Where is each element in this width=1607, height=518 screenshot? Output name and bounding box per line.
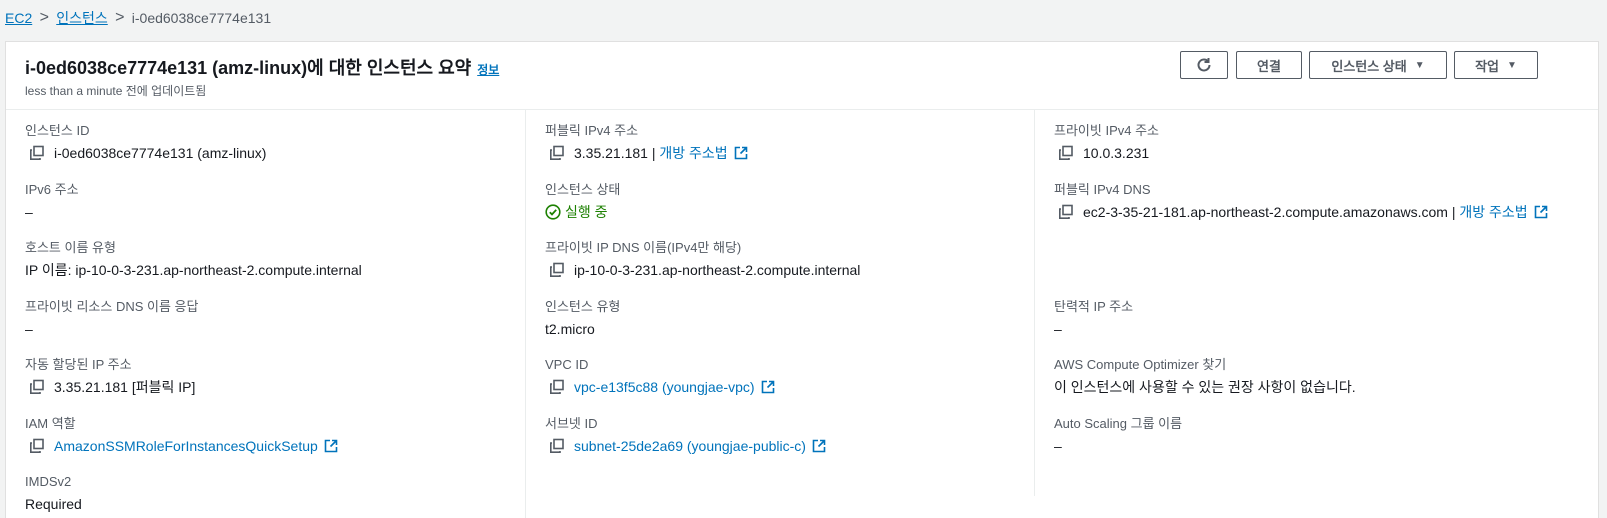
field-elastic-ip: 탄력적 IP 주소 – <box>1054 298 1594 339</box>
copy-icon[interactable] <box>29 145 45 161</box>
breadcrumb-separator: > <box>39 9 49 26</box>
field-instance-type: 인스턴스 유형 t2.micro <box>545 298 1031 339</box>
field-label: 프라이빗 리소스 DNS 이름 응답 <box>25 299 199 314</box>
private-ipv4-value: 10.0.3.231 <box>1083 145 1150 161</box>
copy-icon[interactable] <box>29 438 45 454</box>
asg-name-value: – <box>1054 438 1062 454</box>
refresh-button[interactable] <box>1180 51 1228 79</box>
panel-header: i-0ed6038ce7774e131 (amz-linux)에 대한 인스턴스… <box>6 42 1598 110</box>
page-title: i-0ed6038ce7774e131 (amz-linux)에 대한 인스턴스… <box>25 54 499 80</box>
copy-icon[interactable] <box>1058 204 1074 220</box>
hostname-type-value: IP 이름: ip-10-0-3-231.ap-northeast-2.comp… <box>25 262 362 278</box>
copy-icon[interactable] <box>549 145 565 161</box>
check-circle-icon <box>545 204 561 220</box>
field-label: 인스턴스 ID <box>25 123 90 138</box>
external-link-icon <box>812 439 826 453</box>
field-label: VPC ID <box>545 357 589 372</box>
field-hostname-type: 호스트 이름 유형 IP 이름: ip-10-0-3-231.ap-northe… <box>25 239 521 280</box>
breadcrumb-instances[interactable]: 인스턴스 <box>56 8 108 28</box>
iam-role-link[interactable]: AmazonSSMRoleForInstancesQuickSetup <box>54 436 318 456</box>
external-link-icon <box>324 439 338 453</box>
field-private-ip-dns: 프라이빗 IP DNS 이름(IPv4만 해당) ip-10-0-3-231.a… <box>545 239 1031 280</box>
field-private-resource-dns: 프라이빗 리소스 DNS 이름 응답 – <box>25 298 521 339</box>
field-instance-id: 인스턴스 ID i-0ed6038ce7774e131 (amz-linux) <box>25 122 521 163</box>
actions-dropdown[interactable]: 작업 ▼ <box>1454 51 1538 79</box>
field-instance-state: 인스턴스 상태 실행 중 <box>545 181 1031 222</box>
field-label: 인스턴스 유형 <box>545 299 621 314</box>
compute-optimizer-value: 이 인스턴스에 사용할 수 있는 권장 사항이 없습니다. <box>1054 379 1356 395</box>
external-link-icon <box>1534 205 1547 219</box>
public-ipv4-value: 3.35.21.181 | <box>574 145 656 161</box>
field-label: IAM 역할 <box>25 416 76 431</box>
connect-button[interactable]: 연결 <box>1236 51 1302 79</box>
field-label: Auto Scaling 그룹 이름 <box>1054 416 1183 431</box>
field-auto-ip: 자동 할당된 IP 주소 3.35.21.181 [퍼블릭 IP] <box>25 356 521 397</box>
elastic-ip-value: – <box>1054 321 1062 337</box>
field-label: 인스턴스 상태 <box>545 182 621 197</box>
breadcrumb-separator: > <box>115 9 125 26</box>
field-label: 호스트 이름 유형 <box>25 240 116 255</box>
private-resource-dns-value: – <box>25 321 33 337</box>
external-link-icon <box>761 380 774 394</box>
field-vpc-id: VPC ID vpc-e13f5c88 (youngjae-vpc) <box>545 356 1031 397</box>
vpc-id-link[interactable]: vpc-e13f5c88 (youngjae-vpc) <box>574 377 755 397</box>
field-public-dns: 퍼블릭 IPv4 DNS ec2-3-35-21-181.ap-northeas… <box>1054 181 1594 222</box>
copy-icon[interactable] <box>549 438 565 454</box>
field-label: 프라이빗 IP DNS 이름(IPv4만 해당) <box>545 240 742 255</box>
breadcrumb: EC2 > 인스턴스 > i-0ed6038ce7774e131 <box>0 0 1607 36</box>
breadcrumb-ec2[interactable]: EC2 <box>5 10 32 26</box>
actions-label: 작업 <box>1475 58 1499 74</box>
open-address-link[interactable]: 개방 주소법 <box>1459 202 1527 222</box>
auto-ip-value: 3.35.21.181 [퍼블릭 IP] <box>54 379 196 395</box>
field-asg-name: Auto Scaling 그룹 이름 – <box>1054 415 1594 456</box>
field-subnet-id: 서브넷 ID subnet-25de2a69 (youngjae-public-… <box>545 415 1031 456</box>
copy-icon[interactable] <box>549 262 565 278</box>
instance-id-value: i-0ed6038ce7774e131 (amz-linux) <box>54 145 267 161</box>
details-column-3: 프라이빗 IPv4 주소 10.0.3.231 퍼블릭 IPv4 DNS ec2… <box>1035 110 1598 518</box>
field-label: 퍼블릭 IPv4 DNS <box>1054 182 1151 197</box>
field-imdsv2: IMDSv2 Required <box>25 473 521 514</box>
page-title-text: i-0ed6038ce7774e131 (amz-linux)에 대한 인스턴스… <box>25 58 472 78</box>
instance-summary-panel: i-0ed6038ce7774e131 (amz-linux)에 대한 인스턴스… <box>5 41 1599 518</box>
field-public-ipv4: 퍼블릭 IPv4 주소 3.35.21.181 | 개방 주소법 <box>545 122 1031 163</box>
instance-state-dropdown[interactable]: 인스턴스 상태 ▼ <box>1309 51 1447 79</box>
copy-icon[interactable] <box>1058 145 1074 161</box>
field-label: 프라이빗 IPv4 주소 <box>1054 123 1159 138</box>
private-ip-dns-value: ip-10-0-3-231.ap-northeast-2.compute.int… <box>574 262 861 278</box>
copy-icon[interactable] <box>29 379 45 395</box>
field-label: 퍼블릭 IPv4 주소 <box>545 123 639 138</box>
public-dns-value: ec2-3-35-21-181.ap-northeast-2.compute.a… <box>1083 204 1456 220</box>
field-label: 자동 할당된 IP 주소 <box>25 357 132 372</box>
copy-icon[interactable] <box>549 379 565 395</box>
field-label: IPv6 주소 <box>25 182 79 197</box>
refresh-icon <box>1197 58 1211 72</box>
field-label: AWS Compute Optimizer 찾기 <box>1054 357 1227 372</box>
details-column-2: 퍼블릭 IPv4 주소 3.35.21.181 | 개방 주소법 인스턴스 상태… <box>526 110 1035 518</box>
last-updated-text: less than a minute 전에 업데이트됨 <box>25 84 207 98</box>
field-iam-role: IAM 역할 AmazonSSMRoleForInstancesQuickSet… <box>25 415 521 456</box>
details-column-1: 인스턴스 ID i-0ed6038ce7774e131 (amz-linux) … <box>6 110 526 518</box>
external-link-icon <box>734 146 747 160</box>
field-label: 탄력적 IP 주소 <box>1054 299 1134 314</box>
open-address-link[interactable]: 개방 주소법 <box>659 143 727 163</box>
ipv6-value: – <box>25 204 33 220</box>
imdsv2-value: Required <box>25 496 82 512</box>
instance-type-value: t2.micro <box>545 321 595 337</box>
breadcrumb-current: i-0ed6038ce7774e131 <box>131 10 272 26</box>
caret-down-icon: ▼ <box>1414 59 1425 71</box>
field-private-ipv4: 프라이빗 IPv4 주소 10.0.3.231 <box>1054 122 1594 163</box>
instance-state-value: 실행 중 <box>565 204 608 220</box>
field-compute-optimizer: AWS Compute Optimizer 찾기 이 인스턴스에 사용할 수 있… <box>1054 356 1594 397</box>
info-link[interactable]: 정보 <box>477 63 499 77</box>
caret-down-icon: ▼ <box>1507 59 1517 71</box>
field-ipv6: IPv6 주소 – <box>25 181 521 222</box>
field-label: IMDSv2 <box>25 474 72 489</box>
subnet-id-link[interactable]: subnet-25de2a69 (youngjae-public-c) <box>574 436 806 456</box>
instance-state-label: 인스턴스 상태 <box>1331 58 1407 74</box>
field-label: 서브넷 ID <box>545 416 598 431</box>
